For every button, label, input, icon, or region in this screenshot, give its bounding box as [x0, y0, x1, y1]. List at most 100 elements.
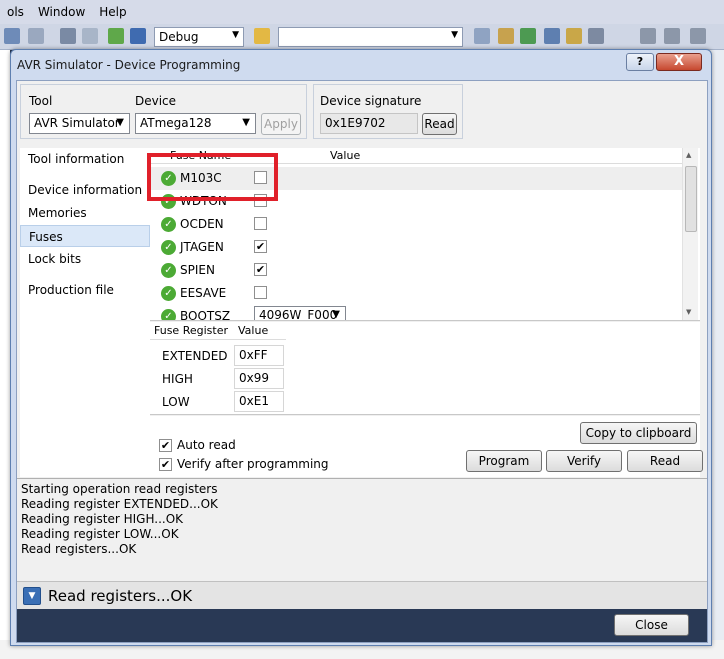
- device-label: Device: [135, 94, 177, 108]
- print-icon[interactable]: [28, 28, 44, 44]
- fuse-row[interactable]: ✓ JTAGEN ✔: [150, 236, 682, 259]
- ok-check-icon: ✓: [161, 240, 176, 255]
- fuse-row[interactable]: ✓ SPIEN ✔: [150, 259, 682, 282]
- fuse-checkbox[interactable]: ✔: [254, 263, 267, 276]
- scroll-thumb[interactable]: [685, 166, 697, 232]
- fuse-row[interactable]: ✓ BOOTSZ 4096W_F000 ▼: [150, 305, 682, 321]
- nav-lock-bits[interactable]: Lock bits: [20, 248, 150, 270]
- signature-field: 0x1E9702: [320, 113, 418, 134]
- program-options: ✔ Auto read ✔ Verify after programming C…: [150, 416, 703, 477]
- fuse-row[interactable]: ✓ OCDEN: [150, 213, 682, 236]
- copy-to-clipboard-button[interactable]: Copy to clipboard: [580, 422, 697, 444]
- chevron-down-icon: ▼: [451, 30, 458, 40]
- dialog-title: AVR Simulator - Device Programming: [17, 58, 241, 72]
- fuse-checkbox[interactable]: [254, 217, 267, 230]
- folder-icon[interactable]: [254, 28, 270, 44]
- configuration-select[interactable]: Debug ▼: [154, 27, 244, 47]
- nav-production-file[interactable]: Production file: [20, 279, 150, 301]
- log-line: Reading register EXTENDED...OK: [21, 497, 218, 511]
- chevron-down-icon: ▼: [232, 30, 239, 40]
- nav-tool-information[interactable]: Tool information: [20, 148, 150, 170]
- window-icon[interactable]: [588, 28, 604, 44]
- search-icon[interactable]: [474, 28, 490, 44]
- chevron-down-icon: ▼: [242, 117, 250, 128]
- fuse-value-header: Value: [330, 149, 361, 162]
- scroll-up-icon[interactable]: ▲: [686, 151, 691, 159]
- editor-gutter: [0, 50, 10, 659]
- bootsz-select[interactable]: 4096W_F000 ▼: [254, 306, 346, 320]
- nav-memories[interactable]: Memories: [20, 202, 150, 224]
- help-button[interactable]: ?: [626, 53, 654, 71]
- chevron-down-icon: ▼: [116, 117, 124, 128]
- close-button[interactable]: Close: [614, 614, 689, 636]
- register-name-header: Fuse Register: [154, 324, 228, 337]
- fuse-name: JTAGEN: [180, 240, 224, 254]
- nav-fuses[interactable]: Fuses: [20, 225, 150, 247]
- signature-label: Device signature: [320, 94, 422, 108]
- fuse-name: BOOTSZ: [180, 309, 231, 321]
- read-fuses-button[interactable]: Read: [627, 450, 703, 472]
- tool-device-group: Tool Device AVR Simulator ▼ ATmega128 ▼ Ap…: [20, 84, 307, 139]
- fuse-name: SPIEN: [180, 263, 215, 277]
- verify-button[interactable]: Verify: [546, 450, 622, 472]
- outdent-icon[interactable]: [664, 28, 680, 44]
- ide-toolbar: Debug ▼ ▼: [0, 24, 724, 50]
- step-icon[interactable]: [130, 28, 146, 44]
- fuse-checkbox[interactable]: [254, 286, 267, 299]
- log-line: Reading register LOW...OK: [21, 527, 179, 541]
- signature-group: Device signature 0x1E9702 Read: [313, 84, 463, 139]
- indent-icon[interactable]: [640, 28, 656, 44]
- annotation-highlight: [147, 153, 278, 201]
- log-line: Read registers...OK: [21, 542, 137, 556]
- program-button[interactable]: Program: [466, 450, 542, 472]
- fuse-grid-scrollbar[interactable]: ▲ ▼: [682, 148, 698, 320]
- output-log: Starting operation read registers Readin…: [17, 478, 707, 556]
- ok-check-icon: ✓: [161, 286, 176, 301]
- properties-icon[interactable]: [498, 28, 514, 44]
- register-header: Fuse Register Value: [150, 322, 286, 340]
- fuse-checkbox[interactable]: ✔: [254, 240, 267, 253]
- read-signature-button[interactable]: Read: [422, 113, 457, 135]
- save-icon[interactable]: [4, 28, 20, 44]
- log-line: Reading register HIGH...OK: [21, 512, 184, 526]
- menu-tools[interactable]: ols: [0, 5, 31, 19]
- apply-button[interactable]: Apply: [261, 113, 301, 135]
- verify-after-checkbox[interactable]: ✔: [159, 458, 172, 471]
- find-icon[interactable]: [82, 28, 98, 44]
- chevron-down-icon: ▼: [332, 309, 340, 320]
- register-value-header: Value: [238, 324, 269, 337]
- device-icon[interactable]: [544, 28, 560, 44]
- register-value-field[interactable]: 0x99: [234, 368, 284, 389]
- menu-window[interactable]: Window: [31, 5, 92, 19]
- ok-check-icon: ✓: [161, 217, 176, 232]
- ok-check-icon: ✓: [161, 263, 176, 278]
- export-icon[interactable]: [520, 28, 536, 44]
- fuse-row[interactable]: ✓ EESAVE: [150, 282, 682, 305]
- comment-icon[interactable]: [690, 28, 706, 44]
- expand-log-icon[interactable]: ▼: [23, 587, 41, 605]
- run-icon[interactable]: [108, 28, 124, 44]
- register-name: HIGH: [162, 372, 193, 386]
- auto-read-checkbox[interactable]: ✔: [159, 439, 172, 452]
- nav-device-information[interactable]: Device information: [20, 179, 150, 201]
- close-window-button[interactable]: X: [656, 53, 702, 71]
- verify-after-label: Verify after programming: [177, 457, 329, 471]
- dialog-body: Tool Device AVR Simulator ▼ ATmega128 ▼ Ap…: [16, 80, 708, 643]
- scroll-down-icon[interactable]: ▼: [686, 308, 691, 316]
- register-name: LOW: [162, 395, 190, 409]
- ok-check-icon: ✓: [161, 309, 176, 320]
- register-value-field[interactable]: 0xFF: [234, 345, 284, 366]
- tool-select[interactable]: AVR Simulator ▼: [29, 113, 130, 134]
- view-icon[interactable]: [60, 28, 76, 44]
- section-nav: Tool information Device information Memo…: [20, 148, 150, 477]
- device-select[interactable]: ATmega128 ▼: [135, 113, 256, 134]
- register-value-field[interactable]: 0xE1: [234, 391, 284, 412]
- ide-menubar: ols Window Help: [0, 0, 724, 24]
- tools-icon[interactable]: [566, 28, 582, 44]
- menu-help[interactable]: Help: [92, 5, 133, 19]
- log-line: Starting operation read registers: [21, 482, 218, 496]
- fuse-name: OCDEN: [180, 217, 224, 231]
- platform-select[interactable]: ▼: [278, 27, 463, 47]
- auto-read-label: Auto read: [177, 438, 236, 452]
- fuse-name: EESAVE: [180, 286, 227, 300]
